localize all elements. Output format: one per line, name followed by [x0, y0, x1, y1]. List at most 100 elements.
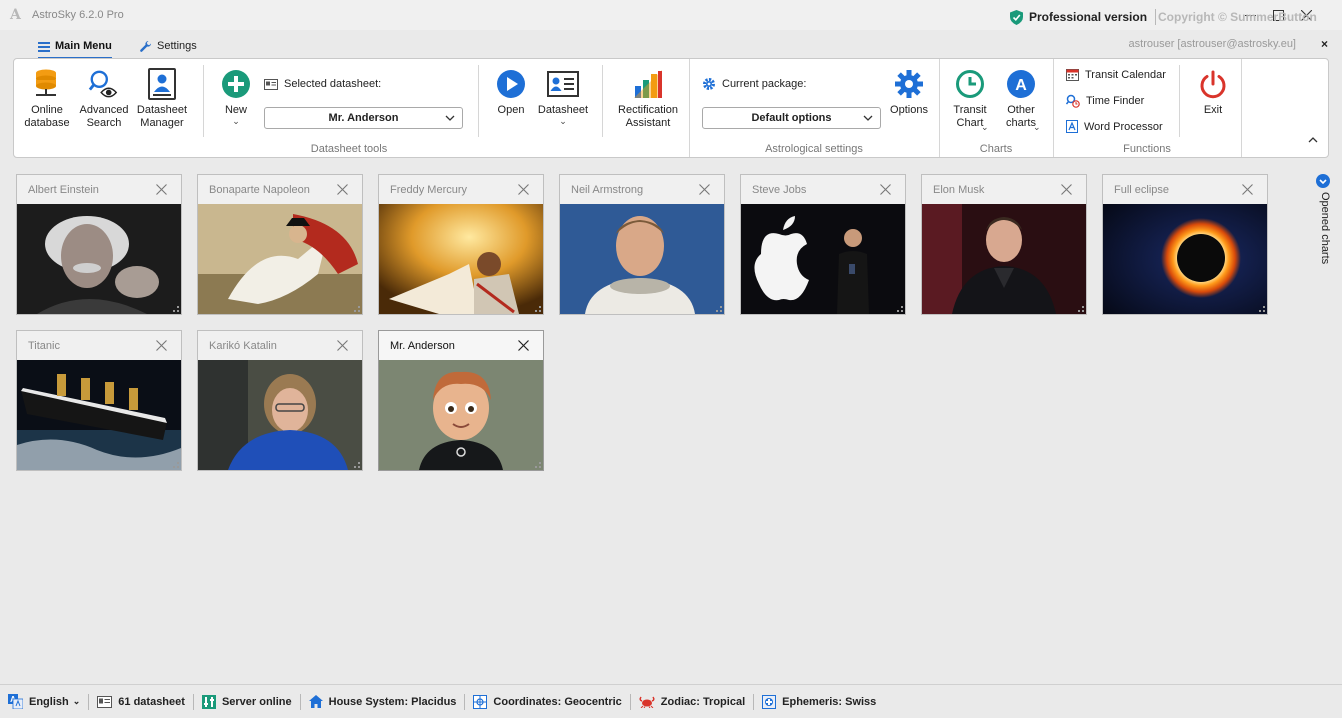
id-card-icon [97, 695, 113, 708]
selected-datasheet-combo[interactable]: Mr. Anderson [264, 107, 463, 129]
current-package-value: Default options [751, 112, 832, 124]
datasheet-manager-button[interactable]: Datasheet Manager [134, 67, 190, 130]
id-card-icon [264, 78, 278, 90]
resize-grip-icon[interactable] [1078, 306, 1084, 312]
resize-grip-icon[interactable] [535, 306, 541, 312]
tab-settings-label: Settings [157, 40, 197, 52]
close-icon[interactable] [156, 184, 167, 195]
advanced-search-label: Advanced Search [79, 104, 129, 129]
options-button[interactable]: Options [888, 67, 930, 117]
collapse-ribbon-icon[interactable] [1308, 135, 1318, 145]
target-icon [473, 694, 488, 709]
chart-card[interactable]: Karikó Katalin [197, 330, 363, 471]
rectification-assistant-label: Rectification Assistant [618, 104, 678, 129]
time-finder-button[interactable]: Time Finder [1066, 94, 1144, 108]
close-icon[interactable] [518, 340, 529, 351]
selected-datasheet-label: Selected datasheet: [264, 78, 381, 90]
close-icon[interactable] [1061, 184, 1072, 195]
tab-main-menu[interactable]: Main Menu [38, 36, 112, 59]
coordinates-status: Coordinates: Geocentric [465, 693, 631, 710]
word-processor-label: Word Processor [1084, 120, 1163, 133]
rectification-assistant-button[interactable]: Rectification Assistant [614, 67, 682, 130]
resize-grip-icon[interactable] [354, 462, 360, 468]
chevron-down-circle-icon [1316, 174, 1330, 188]
chart-card[interactable]: Full eclipse [1102, 174, 1268, 315]
server-status: Server online [194, 693, 301, 710]
tab-settings[interactable]: Settings [139, 36, 197, 56]
close-icon[interactable] [337, 340, 348, 351]
resize-grip-icon[interactable] [535, 462, 541, 468]
separator [478, 65, 479, 137]
open-button[interactable]: Open [492, 67, 530, 117]
resize-grip-icon[interactable] [173, 306, 179, 312]
chart-thumbnail [741, 204, 905, 314]
datasheet-manager-label: Datasheet Manager [136, 104, 188, 129]
calendar-icon [1066, 68, 1079, 81]
close-icon[interactable] [518, 184, 529, 195]
options-label: Options [890, 104, 928, 116]
close-icon[interactable] [880, 184, 891, 195]
user-account[interactable]: astrouser [astrouser@astrosky.eu] [1129, 38, 1296, 50]
version-label: Professional version [1029, 10, 1148, 24]
play-circle-icon [495, 67, 527, 101]
opened-charts-side-tab[interactable]: Opened charts [1315, 174, 1333, 274]
exit-button[interactable]: Exit [1192, 67, 1234, 117]
chart-card[interactable]: Albert Einstein [16, 174, 182, 315]
status-bar: A English ⌄ 61 datasheet Server online H… [0, 684, 1342, 718]
chart-card[interactable]: Elon Musk [921, 174, 1087, 315]
new-button[interactable]: New ⌄ [217, 67, 255, 126]
close-icon[interactable] [156, 340, 167, 351]
chart-card[interactable]: Neil Armstrong [559, 174, 725, 315]
clock-icon [954, 67, 986, 101]
chart-card[interactable]: Freddy Mercury [378, 174, 544, 315]
separator [203, 65, 204, 137]
time-finder-label: Time Finder [1086, 95, 1145, 107]
chart-thumbnail [560, 204, 724, 314]
menu-close-button[interactable]: × [1321, 37, 1328, 51]
advanced-search-button[interactable]: Advanced Search [76, 67, 132, 130]
chevron-down-icon [863, 115, 873, 121]
version-status: Professional version [1010, 9, 1157, 25]
opened-charts-label: Opened charts [1319, 192, 1331, 265]
selected-datasheet-value: Mr. Anderson [328, 112, 399, 124]
resize-grip-icon[interactable] [1259, 306, 1265, 312]
current-package-combo[interactable]: Default options [702, 107, 881, 129]
chart-card-active[interactable]: Mr. Anderson [378, 330, 544, 471]
close-icon[interactable] [699, 184, 710, 195]
resize-grip-icon[interactable] [716, 306, 722, 312]
chart-card[interactable]: Steve Jobs [740, 174, 906, 315]
close-icon[interactable] [337, 184, 348, 195]
group-label-datasheet-tools: Datasheet tools [310, 143, 388, 155]
word-processor-button[interactable]: Word Processor [1066, 120, 1163, 133]
zodiac-label: Zodiac: Tropical [660, 695, 746, 708]
resize-grip-icon[interactable] [897, 306, 903, 312]
server-status-label: Server online [221, 695, 292, 708]
online-database-button[interactable]: Online database [20, 67, 74, 130]
separator [1179, 65, 1180, 137]
house-system-status: House System: Placidus [301, 693, 466, 710]
crab-icon [639, 695, 655, 708]
current-package-text: Current package: [722, 78, 807, 90]
database-icon [31, 67, 63, 101]
plus-circle-icon [220, 67, 252, 101]
language-selector[interactable]: A English ⌄ [0, 693, 90, 710]
window-title: AstroSky 6.2.0 Pro [32, 9, 124, 21]
transit-calendar-button[interactable]: Transit Calendar [1066, 68, 1166, 81]
group-label-charts: Charts [979, 143, 1013, 155]
other-charts-badge: A [1015, 77, 1027, 94]
resize-grip-icon[interactable] [354, 306, 360, 312]
transit-chart-button[interactable]: Transit Chart [948, 67, 992, 130]
ephemeris-label: Ephemeris: Swiss [782, 695, 877, 708]
chart-card[interactable]: Bonaparte Napoleon [197, 174, 363, 315]
close-icon[interactable] [1242, 184, 1253, 195]
time-finder-icon [1066, 94, 1080, 108]
bar-chart-icon [632, 67, 664, 101]
chart-card[interactable]: Titanic [16, 330, 182, 471]
group-label-functions: Functions [1123, 143, 1171, 155]
other-charts-button[interactable]: A Other charts [996, 67, 1046, 130]
datasheet-icon [547, 67, 579, 101]
chevron-down-icon: ⌄ [1033, 122, 1041, 132]
group-label-astrological-settings: Astrological settings [765, 143, 863, 155]
datasheet-button[interactable]: Datasheet ⌄ [534, 67, 592, 126]
resize-grip-icon[interactable] [173, 462, 179, 468]
